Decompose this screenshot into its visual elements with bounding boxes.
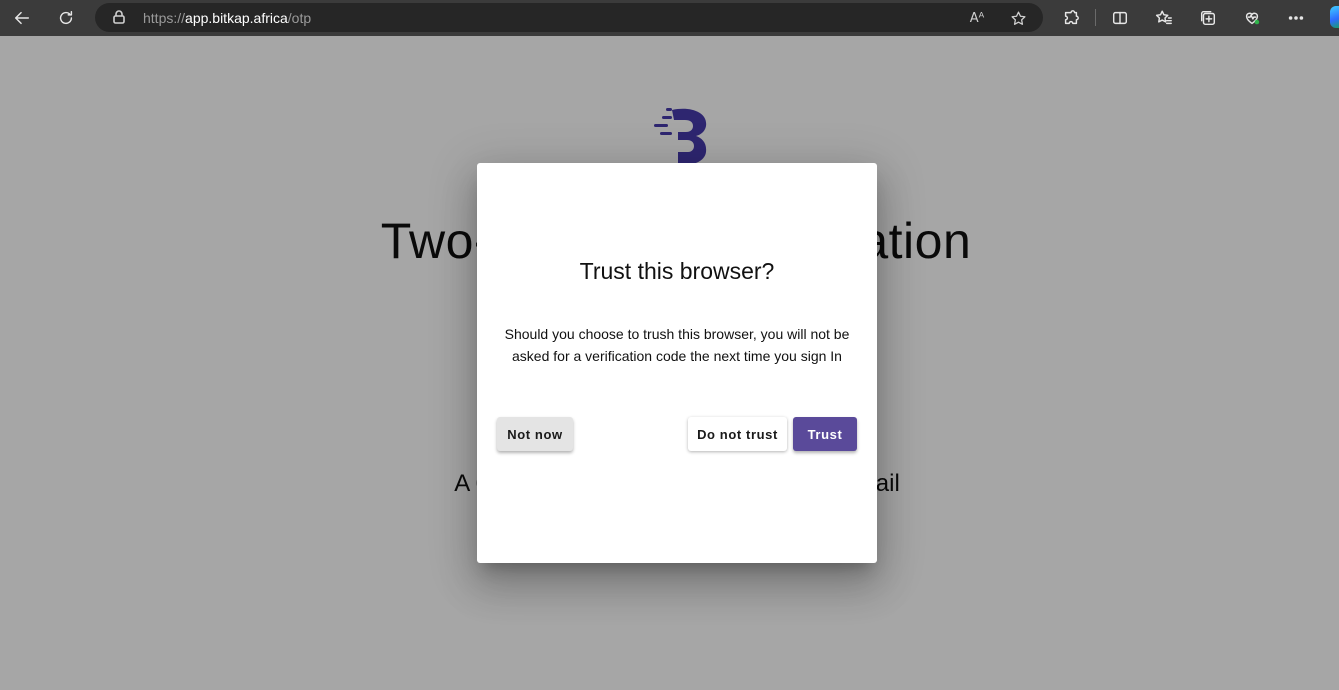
trust-button[interactable]: Trust — [793, 417, 857, 451]
refresh-icon[interactable] — [52, 4, 80, 32]
address-bar[interactable]: https://app.bitkap.africa/otp Aᴬ — [95, 3, 1043, 32]
not-now-button[interactable]: Not now — [497, 417, 573, 451]
browser-essentials-icon[interactable] — [1238, 4, 1266, 32]
extensions-icon[interactable] — [1057, 4, 1085, 32]
split-screen-icon[interactable] — [1106, 4, 1134, 32]
browser-toolbar: https://app.bitkap.africa/otp Aᴬ — [0, 0, 1339, 36]
do-not-trust-button[interactable]: Do not trust — [688, 417, 787, 451]
copilot-icon[interactable] — [1330, 6, 1339, 28]
back-icon[interactable] — [8, 4, 36, 32]
favorites-icon[interactable] — [1150, 4, 1178, 32]
toolbar-divider — [1095, 9, 1096, 26]
lock-icon[interactable] — [111, 9, 129, 27]
favorite-star-icon[interactable] — [1008, 8, 1028, 28]
dialog-title: Trust this browser? — [579, 258, 775, 284]
trust-browser-dialog: Trust this browser? Should you choose to… — [477, 163, 877, 563]
url-scheme: https:// — [143, 10, 186, 26]
read-aloud-label: Aᴬ — [969, 10, 985, 26]
read-aloud-icon[interactable]: Aᴬ — [967, 8, 987, 28]
url-path: /otp — [287, 10, 312, 26]
more-menu-icon[interactable] — [1282, 4, 1310, 32]
url-host: app.bitkap.africa — [185, 10, 288, 26]
url-text[interactable]: https://app.bitkap.africa/otp — [143, 10, 311, 26]
dialog-message: Should you choose to trush this browser,… — [504, 326, 850, 364]
collections-icon[interactable] — [1194, 4, 1222, 32]
bitkap-logo-icon — [654, 108, 707, 164]
